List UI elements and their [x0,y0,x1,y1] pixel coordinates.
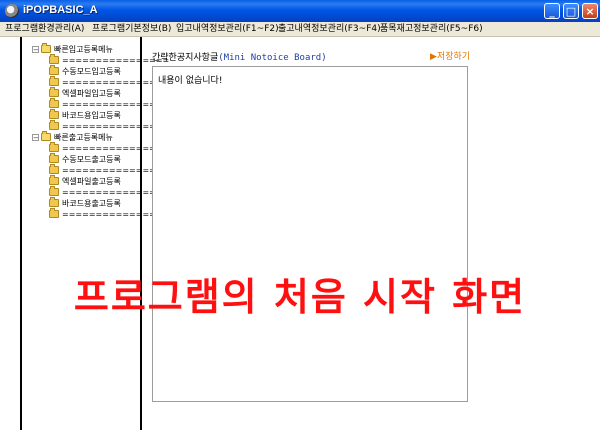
tree-group-label: 빠른출고등록메뉴 [54,133,113,142]
tree-item-label: 수동모드입고등록 [62,67,121,76]
folder-icon [49,120,59,130]
quick-menu-tree: − 빠른입고등록메뉴 ================ 수동모드입고등록 ===… [32,43,169,220]
folder-icon [49,109,59,119]
notice-textarea[interactable]: 내용이 없습니다! [152,66,468,402]
title-bar: iPOPBASIC_A _ □ × [0,0,600,22]
notice-content: 내용이 없습니다! [158,76,223,86]
overlay-caption: 프로그램의 처음 시작 화면 [73,275,527,319]
app-icon [5,4,19,18]
collapse-icon[interactable]: − [32,46,39,54]
tree-divider [140,37,142,430]
folder-icon [49,87,59,97]
notice-title-en: (Mini Notoice Board) [218,53,327,63]
menu-outbound[interactable]: 출고내역정보관리(F3~F4) [278,22,381,36]
menu-inbound[interactable]: 입고내역정보관리(F1~F2) [176,22,279,36]
minimize-button[interactable]: _ [544,3,560,19]
folder-icon [49,142,59,152]
save-button[interactable]: ▶저장하기 [430,49,470,62]
tree-item-label: 엑셀파일출고등록 [62,177,121,186]
close-button[interactable]: × [582,3,598,19]
tree-group-label: 빠른입고등록메뉴 [54,45,113,54]
folder-icon [49,54,59,64]
maximize-button[interactable]: □ [563,3,579,19]
tree-item-label: 수동모드출고등록 [62,155,121,164]
folder-icon [49,208,59,218]
folder-icon [49,175,59,185]
open-folder-icon [41,43,51,53]
notice-title-ko: 간략한공지사항글 [152,53,219,63]
folder-icon [49,186,59,196]
menu-inventory[interactable]: 품목재고정보관리(F5~F6) [380,22,483,36]
folder-icon [49,197,59,207]
tree-item-label: 바코드용출고등록 [62,199,121,208]
left-divider [20,37,22,430]
tree-item[interactable]: ================ [34,120,169,132]
folder-icon [49,65,59,75]
folder-icon [49,76,59,86]
window-title: iPOPBASIC_A [23,4,98,16]
open-folder-icon [41,131,51,141]
folder-icon [49,164,59,174]
menu-bar: 프로그램환경관리(A) 프로그램기본정보(B) 입고내역정보관리(F1~F2) … [0,22,600,37]
menu-environment[interactable]: 프로그램환경관리(A) [5,22,84,36]
folder-icon [49,98,59,108]
tree-item[interactable]: ================ [34,208,169,220]
collapse-icon[interactable]: − [32,134,39,142]
menu-basic-info[interactable]: 프로그램기본정보(B) [92,22,171,36]
tree-item-label: 엑셀파일입고등록 [62,89,121,98]
tree-item-label: 바코드용입고등록 [62,111,121,120]
notice-board-title: 간략한공지사항글(Mini Notoice Board) [152,50,327,63]
folder-icon [49,153,59,163]
